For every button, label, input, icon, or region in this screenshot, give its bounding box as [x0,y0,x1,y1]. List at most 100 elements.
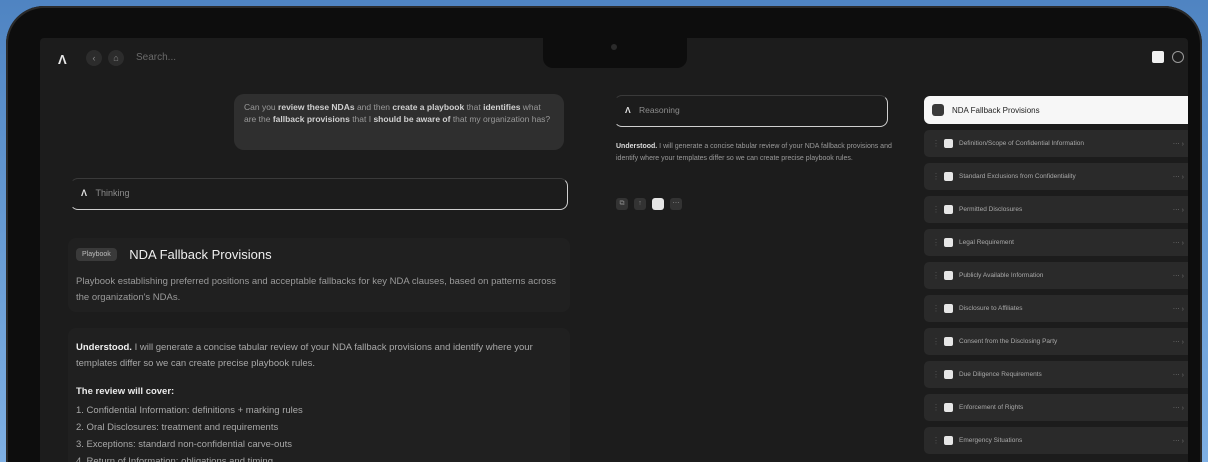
user-message-text: and then [354,102,393,112]
more-icon[interactable]: ⋯ [670,198,682,210]
provision-checkbox[interactable] [944,205,953,214]
drag-handle-icon[interactable]: ⋮ [932,205,940,214]
review-heading: The review will cover: [76,386,175,397]
copy-icon[interactable]: ⧉ [616,198,628,210]
thinking-label: Thinking [95,188,130,198]
provision-checkbox[interactable] [944,337,953,346]
review-item: 1. Confidential Information: definitions… [76,405,303,416]
provision-controls-icon[interactable]: ⋯ › [1173,338,1184,346]
provision-item[interactable]: ⋮ Definition/Scope of Confidential Inform… [924,130,1188,157]
provisions-title: NDA Fallback Provisions [952,105,1040,115]
provision-controls-icon[interactable]: ⋯ › [1173,272,1184,280]
review-list: 1. Confidential Information: definitions… [76,402,562,462]
provision-controls-icon[interactable]: ⋯ › [1173,305,1184,313]
provision-label: Standard Exclusions from Confidentiality [959,173,1076,180]
drag-handle-icon[interactable]: ⋮ [932,238,940,247]
playbook-title: NDA Fallback Provisions [129,247,272,263]
provision-item[interactable]: ⋮ Due Diligence Requirements ⋯ › [924,361,1188,388]
message-actions: ⧉ ↑ ⋯ [616,198,682,210]
provision-checkbox[interactable] [944,238,953,247]
provision-checkbox[interactable] [944,271,953,280]
provisions-list: ⋮ Definition/Scope of Confidential Inform… [924,130,1188,454]
provision-item[interactable]: ⋮ Legal Requirement ⋯ › [924,229,1188,256]
new-chat-icon[interactable] [1152,51,1164,63]
user-message: Can you review these NDAs and then creat… [234,94,564,150]
back-icon[interactable]: ‹ [86,50,102,66]
assistant-response: Understood. I will generate a concise ta… [68,328,570,462]
user-message-text: that I [349,114,374,124]
playbook-card[interactable]: Playbook NDA Fallback Provisions Playboo… [68,238,570,312]
reasoning-label: Reasoning [639,105,680,115]
provision-label: Emergency Situations [959,437,1023,444]
provisions-header[interactable]: NDA Fallback Provisions [924,96,1188,124]
drag-handle-icon[interactable]: ⋮ [932,172,940,181]
middle-lead: Understood. [616,143,658,150]
drag-handle-icon[interactable]: ⋮ [932,370,940,379]
provision-controls-icon[interactable]: ⋯ › [1173,140,1184,148]
middle-text: I will generate a concise tabular review… [616,143,892,162]
provision-label: Disclosure to Affiliates [959,305,1023,312]
provision-checkbox[interactable] [944,436,953,445]
playbook-badge: Playbook [76,248,117,262]
user-message-emphasis: create a playbook [392,102,465,112]
middle-response: Understood. I will generate a concise ta… [616,141,892,165]
drag-handle-icon[interactable]: ⋮ [932,403,940,412]
provision-controls-icon[interactable]: ⋯ › [1173,206,1184,214]
laptop-bezel: Λ ‹ ⌂ Search... Can you review these NDA… [6,6,1202,462]
provision-item[interactable]: ⋮ Disclosure to Affiliates ⋯ › [924,295,1188,322]
provision-checkbox[interactable] [944,403,953,412]
provision-label: Legal Requirement [959,239,1014,246]
provision-item[interactable]: ⋮ Permitted Disclosures ⋯ › [924,196,1188,223]
playbook-icon [932,104,944,116]
thinking-logo-icon: Λ [81,188,88,198]
provision-checkbox[interactable] [944,172,953,181]
provision-label: Due Diligence Requirements [959,371,1042,378]
provision-item[interactable]: ⋮ Consent from the Disclosing Party ⋯ › [924,328,1188,355]
provision-controls-icon[interactable]: ⋯ › [1173,173,1184,181]
provision-checkbox[interactable] [944,370,953,379]
reasoning-panel[interactable]: Λ Reasoning [614,95,888,127]
provision-label: Publicly Available Information [959,272,1044,279]
drag-handle-icon[interactable]: ⋮ [932,436,940,445]
user-message-emphasis: review these NDAs [278,102,355,112]
provision-checkbox[interactable] [944,139,953,148]
review-item: 2. Oral Disclosures: treatment and requi… [76,422,279,433]
provision-item[interactable]: ⋮ Standard Exclusions from Confidentialit… [924,163,1188,190]
provision-controls-icon[interactable]: ⋯ › [1173,239,1184,247]
provisions-panel: NDA Fallback Provisions ⋮ Definition/Scop… [924,96,1188,454]
thinking-panel[interactable]: Λ Thinking [70,178,568,210]
review-item: 4. Return of Information: obligations an… [76,456,273,462]
provision-controls-icon[interactable]: ⋯ › [1173,371,1184,379]
response-text: I will generate a concise tabular review… [76,342,533,369]
camera-icon [611,44,617,50]
drag-handle-icon[interactable]: ⋮ [932,271,940,280]
thumbs-up-icon[interactable]: ↑ [634,198,646,210]
user-message-text: Can you [244,102,279,112]
provision-checkbox[interactable] [944,304,953,313]
user-message-emphasis: should be aware of [373,114,451,124]
provision-item[interactable]: ⋮ Emergency Situations ⋯ › [924,427,1188,454]
response-paragraph: Understood. I will generate a concise ta… [76,340,562,372]
user-message-emphasis: identifies [483,102,521,112]
search-input[interactable]: Search... [136,52,176,63]
drag-handle-icon[interactable]: ⋮ [932,337,940,346]
provision-label: Permitted Disclosures [959,206,1023,213]
profile-icon[interactable] [1172,51,1184,63]
provision-item[interactable]: ⋮ Publicly Available Information ⋯ › [924,262,1188,289]
provision-label: Enforcement of Rights [959,404,1024,411]
drag-handle-icon[interactable]: ⋮ [932,304,940,313]
provision-controls-icon[interactable]: ⋯ › [1173,404,1184,412]
playbook-description: Playbook establishing preferred position… [76,276,557,303]
provision-controls-icon[interactable]: ⋯ › [1173,437,1184,445]
provision-label: Definition/Scope of Confidential Informa… [959,140,1085,147]
reasoning-logo-icon: Λ [625,105,631,115]
camera-notch [543,38,687,68]
drag-handle-icon[interactable]: ⋮ [932,139,940,148]
thumbs-down-icon[interactable] [652,198,664,210]
app-logo[interactable]: Λ [58,52,67,67]
review-item: 3. Exceptions: standard non-confidential… [76,439,292,450]
provision-item[interactable]: ⋮ Enforcement of Rights ⋯ › [924,394,1188,421]
response-lead: Understood. [76,342,132,353]
home-icon[interactable]: ⌂ [108,50,124,66]
user-message-text: that my organization has? [450,114,551,124]
